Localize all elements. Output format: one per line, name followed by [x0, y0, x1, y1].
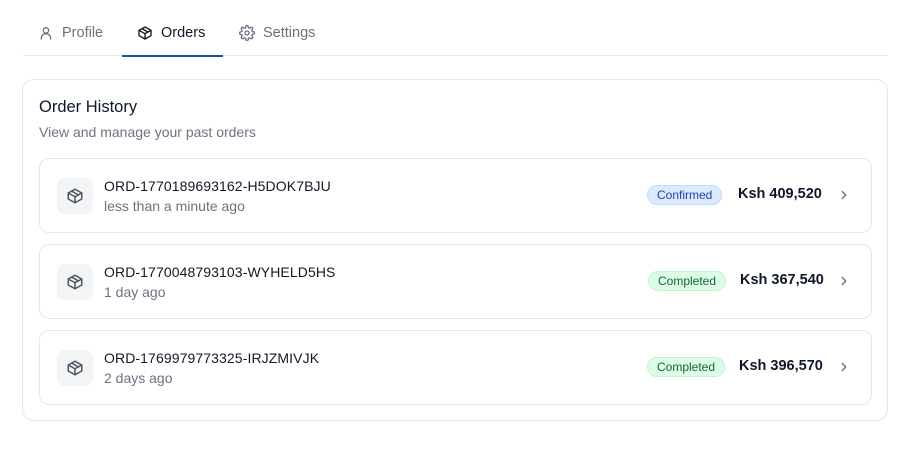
chevron-right-icon — [841, 276, 847, 286]
order-time: less than a minute ago — [104, 198, 245, 214]
chevron-right-icon — [841, 190, 847, 200]
tab-profile[interactable]: Profile — [23, 14, 113, 56]
order-icon-container — [57, 350, 93, 386]
tab-orders[interactable]: Orders — [122, 14, 223, 57]
order-time: 2 days ago — [104, 370, 173, 386]
order-amount: Ksh 396,570 — [739, 358, 823, 374]
tab-profile-label: Profile — [62, 25, 104, 41]
tab-settings-label: Settings — [263, 25, 316, 41]
package-icon — [138, 26, 152, 40]
order-amount: Ksh 409,520 — [738, 186, 822, 202]
package-icon — [67, 360, 83, 376]
package-icon — [67, 274, 83, 290]
card-subtitle: View and manage your past orders — [39, 124, 256, 140]
order-icon-container — [57, 264, 93, 300]
order-amount: Ksh 367,540 — [740, 272, 824, 288]
order-icon-container — [57, 178, 93, 214]
order-id: ORD-1770048793103-WYHELD5HS — [104, 264, 336, 280]
order-row[interactable]: ORD-1770189693162-H5DOK7BJU less than a … — [39, 158, 872, 233]
order-row[interactable]: ORD-1770048793103-WYHELD5HS 1 day ago Co… — [39, 244, 872, 319]
order-row[interactable]: ORD-1769979773325-IRJZMIVJK 2 days ago C… — [39, 330, 872, 405]
status-badge: Completed — [647, 357, 726, 377]
order-id: ORD-1770189693162-H5DOK7BJU — [104, 178, 331, 194]
status-badge: Completed — [648, 271, 727, 291]
tab-bar: Profile Orders Settings — [23, 0, 887, 57]
package-icon — [67, 188, 83, 204]
order-history-card: Order History View and manage your past … — [22, 79, 888, 421]
card-title: Order History — [39, 98, 138, 116]
status-badge: Confirmed — [647, 185, 723, 205]
chevron-right-icon — [841, 362, 847, 372]
tab-settings[interactable]: Settings — [235, 14, 345, 56]
order-id: ORD-1769979773325-IRJZMIVJK — [104, 350, 320, 366]
gear-icon — [239, 25, 255, 41]
user-icon — [40, 27, 52, 40]
order-time: 1 day ago — [104, 284, 166, 300]
tab-orders-label: Orders — [161, 25, 206, 41]
